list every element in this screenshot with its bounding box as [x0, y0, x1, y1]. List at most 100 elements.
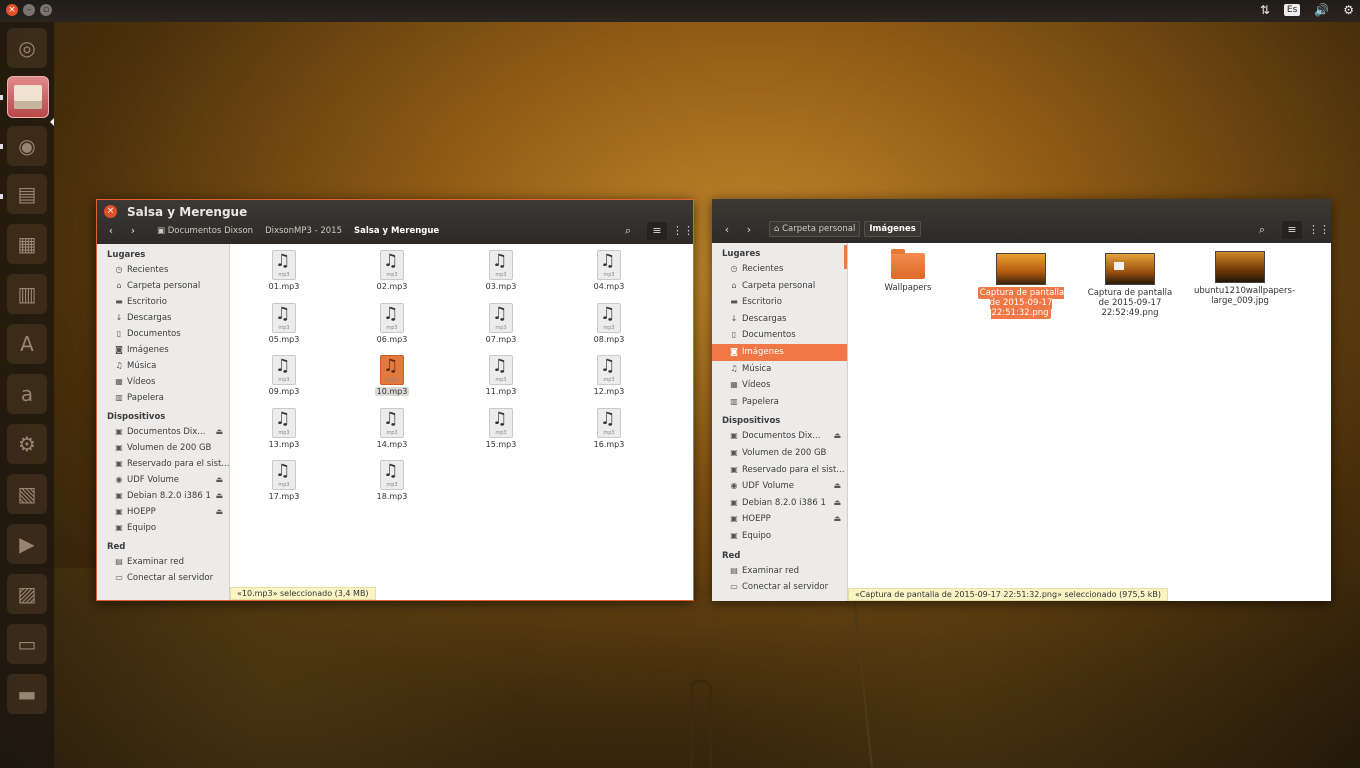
file-item[interactable]: ♫ mp3 01.mp3 [254, 250, 314, 292]
network-arrows-icon[interactable]: ⇅ [1260, 3, 1270, 17]
drive-icon[interactable]: ▭ [7, 624, 47, 664]
gear-icon[interactable]: ⚙ [1343, 3, 1354, 17]
sidebar-item-videos[interactable]: ▦ Vídeos [97, 374, 229, 390]
back-button[interactable]: ‹ [101, 222, 121, 240]
sidebar-item-device[interactable]: ◉ UDF Volume ⏏ [97, 472, 229, 488]
sidebar-item-downloads[interactable]: ↓ Descargas [97, 310, 229, 326]
file-item[interactable]: ♫ mp3 05.mp3 [254, 302, 314, 345]
sidebar-item-device[interactable]: ▣ Volumen de 200 GB [712, 445, 847, 462]
calc-icon[interactable]: ▦ [7, 224, 47, 264]
search-icon[interactable]: ⌕ [1252, 221, 1272, 239]
app-icon[interactable]: ▧ [7, 474, 47, 514]
eject-icon[interactable]: ⏏ [833, 478, 841, 495]
minimize-icon[interactable]: – [23, 4, 35, 16]
sidebar-item-connect-server[interactable]: ▭ Conectar al servidor [97, 570, 229, 586]
file-item[interactable]: ♫ mp3 13.mp3 [254, 407, 314, 450]
sidebar-item-computer[interactable]: ▣ Equipo [712, 528, 847, 545]
breadcrumb-item-current[interactable]: Salsa y Merengue [350, 224, 443, 238]
file-item[interactable]: ♫ mp3 10.mp3 [362, 355, 422, 397]
sidebar-item-browse-network[interactable]: ▤ Examinar red [97, 554, 229, 570]
file-item[interactable]: ♫ mp3 08.mp3 [579, 302, 639, 345]
impress-icon[interactable]: ▥ [7, 274, 47, 314]
volume-icon[interactable]: 🔊 [1314, 3, 1329, 17]
sidebar-item-documents[interactable]: ▯ Documentos [97, 326, 229, 342]
software-center-icon[interactable]: A [7, 324, 47, 364]
sidebar-item-desktop[interactable]: ▬ Escritorio [712, 294, 847, 311]
sidebar-item-device[interactable]: ▣ Volumen de 200 GB [97, 440, 229, 456]
breadcrumb-item[interactable]: ▣ Documentos Dixson [153, 224, 257, 238]
file-item[interactable]: ♫ mp3 04.mp3 [579, 250, 639, 292]
back-button[interactable]: ‹ [717, 221, 737, 239]
chromium-icon[interactable]: ◉ [7, 126, 47, 166]
eject-icon[interactable]: ⏏ [215, 472, 223, 488]
file-item[interactable]: ♫ mp3 18.mp3 [362, 460, 422, 502]
amazon-icon[interactable]: a [7, 374, 47, 414]
breadcrumb-item[interactable]: DixsonMP3 - 2015 [261, 224, 346, 238]
file-item[interactable]: ♫ mp3 07.mp3 [471, 302, 531, 345]
sidebar-item-device[interactable]: ▣ Debian 8.2.0 i386 1 ⏏ [712, 495, 847, 512]
files-app-icon[interactable] [7, 76, 49, 118]
search-icon[interactable]: ⌕ [618, 222, 638, 240]
sidebar-item-computer[interactable]: ▣ Equipo [97, 520, 229, 536]
sidebar-item-recientes[interactable]: ◷ Recientes [97, 262, 229, 278]
breadcrumb-item-current[interactable]: Imágenes [864, 221, 921, 237]
list-view-icon[interactable]: ≡ [1282, 221, 1302, 239]
close-icon[interactable]: × [6, 4, 18, 16]
maximize-icon[interactable]: ▫ [40, 4, 52, 16]
eject-icon[interactable]: ⏏ [833, 495, 841, 512]
sidebar-item-music[interactable]: ♫ Música [97, 358, 229, 374]
eject-icon[interactable]: ⏏ [215, 424, 223, 440]
file-item[interactable]: ♫ mp3 16.mp3 [579, 407, 639, 450]
file-item[interactable]: ♫ mp3 02.mp3 [362, 250, 422, 292]
sidebar-item-home[interactable]: ⌂ Carpeta personal [97, 278, 229, 294]
sidebar-item-downloads[interactable]: ↓ Descargas [712, 311, 847, 328]
file-item[interactable]: ♫ mp3 12.mp3 [579, 355, 639, 397]
sidebar-item-device[interactable]: ▣ HOEPP ⏏ [97, 504, 229, 520]
sidebar-item-device[interactable]: ▣ Documentos Dix... ⏏ [97, 424, 229, 440]
keyboard-layout-indicator[interactable]: Es [1283, 4, 1301, 16]
file-item[interactable]: ♫ mp3 09.mp3 [254, 355, 314, 397]
forward-button[interactable]: › [123, 222, 143, 240]
sidebar-item-recientes[interactable]: ◷ Recientes [712, 261, 847, 278]
breadcrumb-item-home[interactable]: ⌂ Carpeta personal [769, 221, 861, 237]
sidebar-item-device[interactable]: ▣ Documentos Dix... ⏏ [712, 428, 847, 445]
list-view-icon[interactable]: ≡ [647, 222, 667, 240]
sidebar-item-music[interactable]: ♫ Música [712, 361, 847, 378]
sidebar-item-device[interactable]: ◉ UDF Volume ⏏ [712, 478, 847, 495]
sidebar-item-videos[interactable]: ▦ Vídeos [712, 377, 847, 394]
forward-button[interactable]: › [739, 221, 759, 239]
sidebar-item-device[interactable]: ▣ HOEPP ⏏ [712, 511, 847, 528]
eject-icon[interactable]: ⏏ [833, 428, 841, 445]
sidebar-item-trash[interactable]: ▥ Papelera [712, 394, 847, 411]
sidebar-item-device[interactable]: ▣ Reservado para el sist... [712, 462, 847, 479]
sidebar-item-desktop[interactable]: ▬ Escritorio [97, 294, 229, 310]
sidebar-item-device[interactable]: ▣ Debian 8.2.0 i386 1 ⏏ [97, 488, 229, 504]
image-item-selected[interactable]: Captura de pantalla de 2015-09-17 22:51:… [975, 253, 1067, 319]
file-item[interactable]: ♫ mp3 03.mp3 [471, 250, 531, 292]
sidebar-item-device[interactable]: ▣ Reservado para el sist... [97, 456, 229, 472]
folder-item[interactable]: Wallpapers [862, 249, 954, 293]
video-icon[interactable]: ▶ [7, 524, 47, 564]
ubuntu-dash-icon[interactable]: ◎ [7, 28, 47, 68]
trash-icon[interactable]: ▬ [7, 674, 47, 714]
file-item[interactable]: ♫ mp3 14.mp3 [362, 407, 422, 450]
image-item[interactable]: Captura de pantalla de 2015-09-17 22:52:… [1084, 253, 1176, 318]
eject-icon[interactable]: ⏏ [833, 511, 841, 528]
file-item[interactable]: ♫ mp3 17.mp3 [254, 460, 314, 502]
image-item[interactable]: ubuntu1210wallpapers-large_009.jpg [1194, 251, 1295, 306]
eject-icon[interactable]: ⏏ [215, 504, 223, 520]
sidebar-item-browse-network[interactable]: ▤ Examinar red [712, 563, 847, 580]
grid-view-icon[interactable]: ⋮⋮ [1308, 221, 1330, 239]
sidebar-item-home[interactable]: ⌂ Carpeta personal [712, 278, 847, 295]
app2-icon[interactable]: ▨ [7, 574, 47, 614]
sidebar-item-pictures[interactable]: ◙ Imágenes [712, 343, 847, 361]
close-icon[interactable]: × [104, 205, 117, 218]
file-item[interactable]: ♫ mp3 11.mp3 [471, 355, 531, 397]
sidebar-item-trash[interactable]: ▥ Papelera [97, 390, 229, 406]
file-item[interactable]: ♫ mp3 15.mp3 [471, 407, 531, 450]
eject-icon[interactable]: ⏏ [215, 488, 223, 504]
file-item[interactable]: ♫ mp3 06.mp3 [362, 302, 422, 345]
sidebar-item-documents[interactable]: ▯ Documentos [712, 327, 847, 344]
gear-icon[interactable]: ⚙ [7, 424, 47, 464]
writer-icon[interactable]: ▤ [7, 174, 47, 214]
